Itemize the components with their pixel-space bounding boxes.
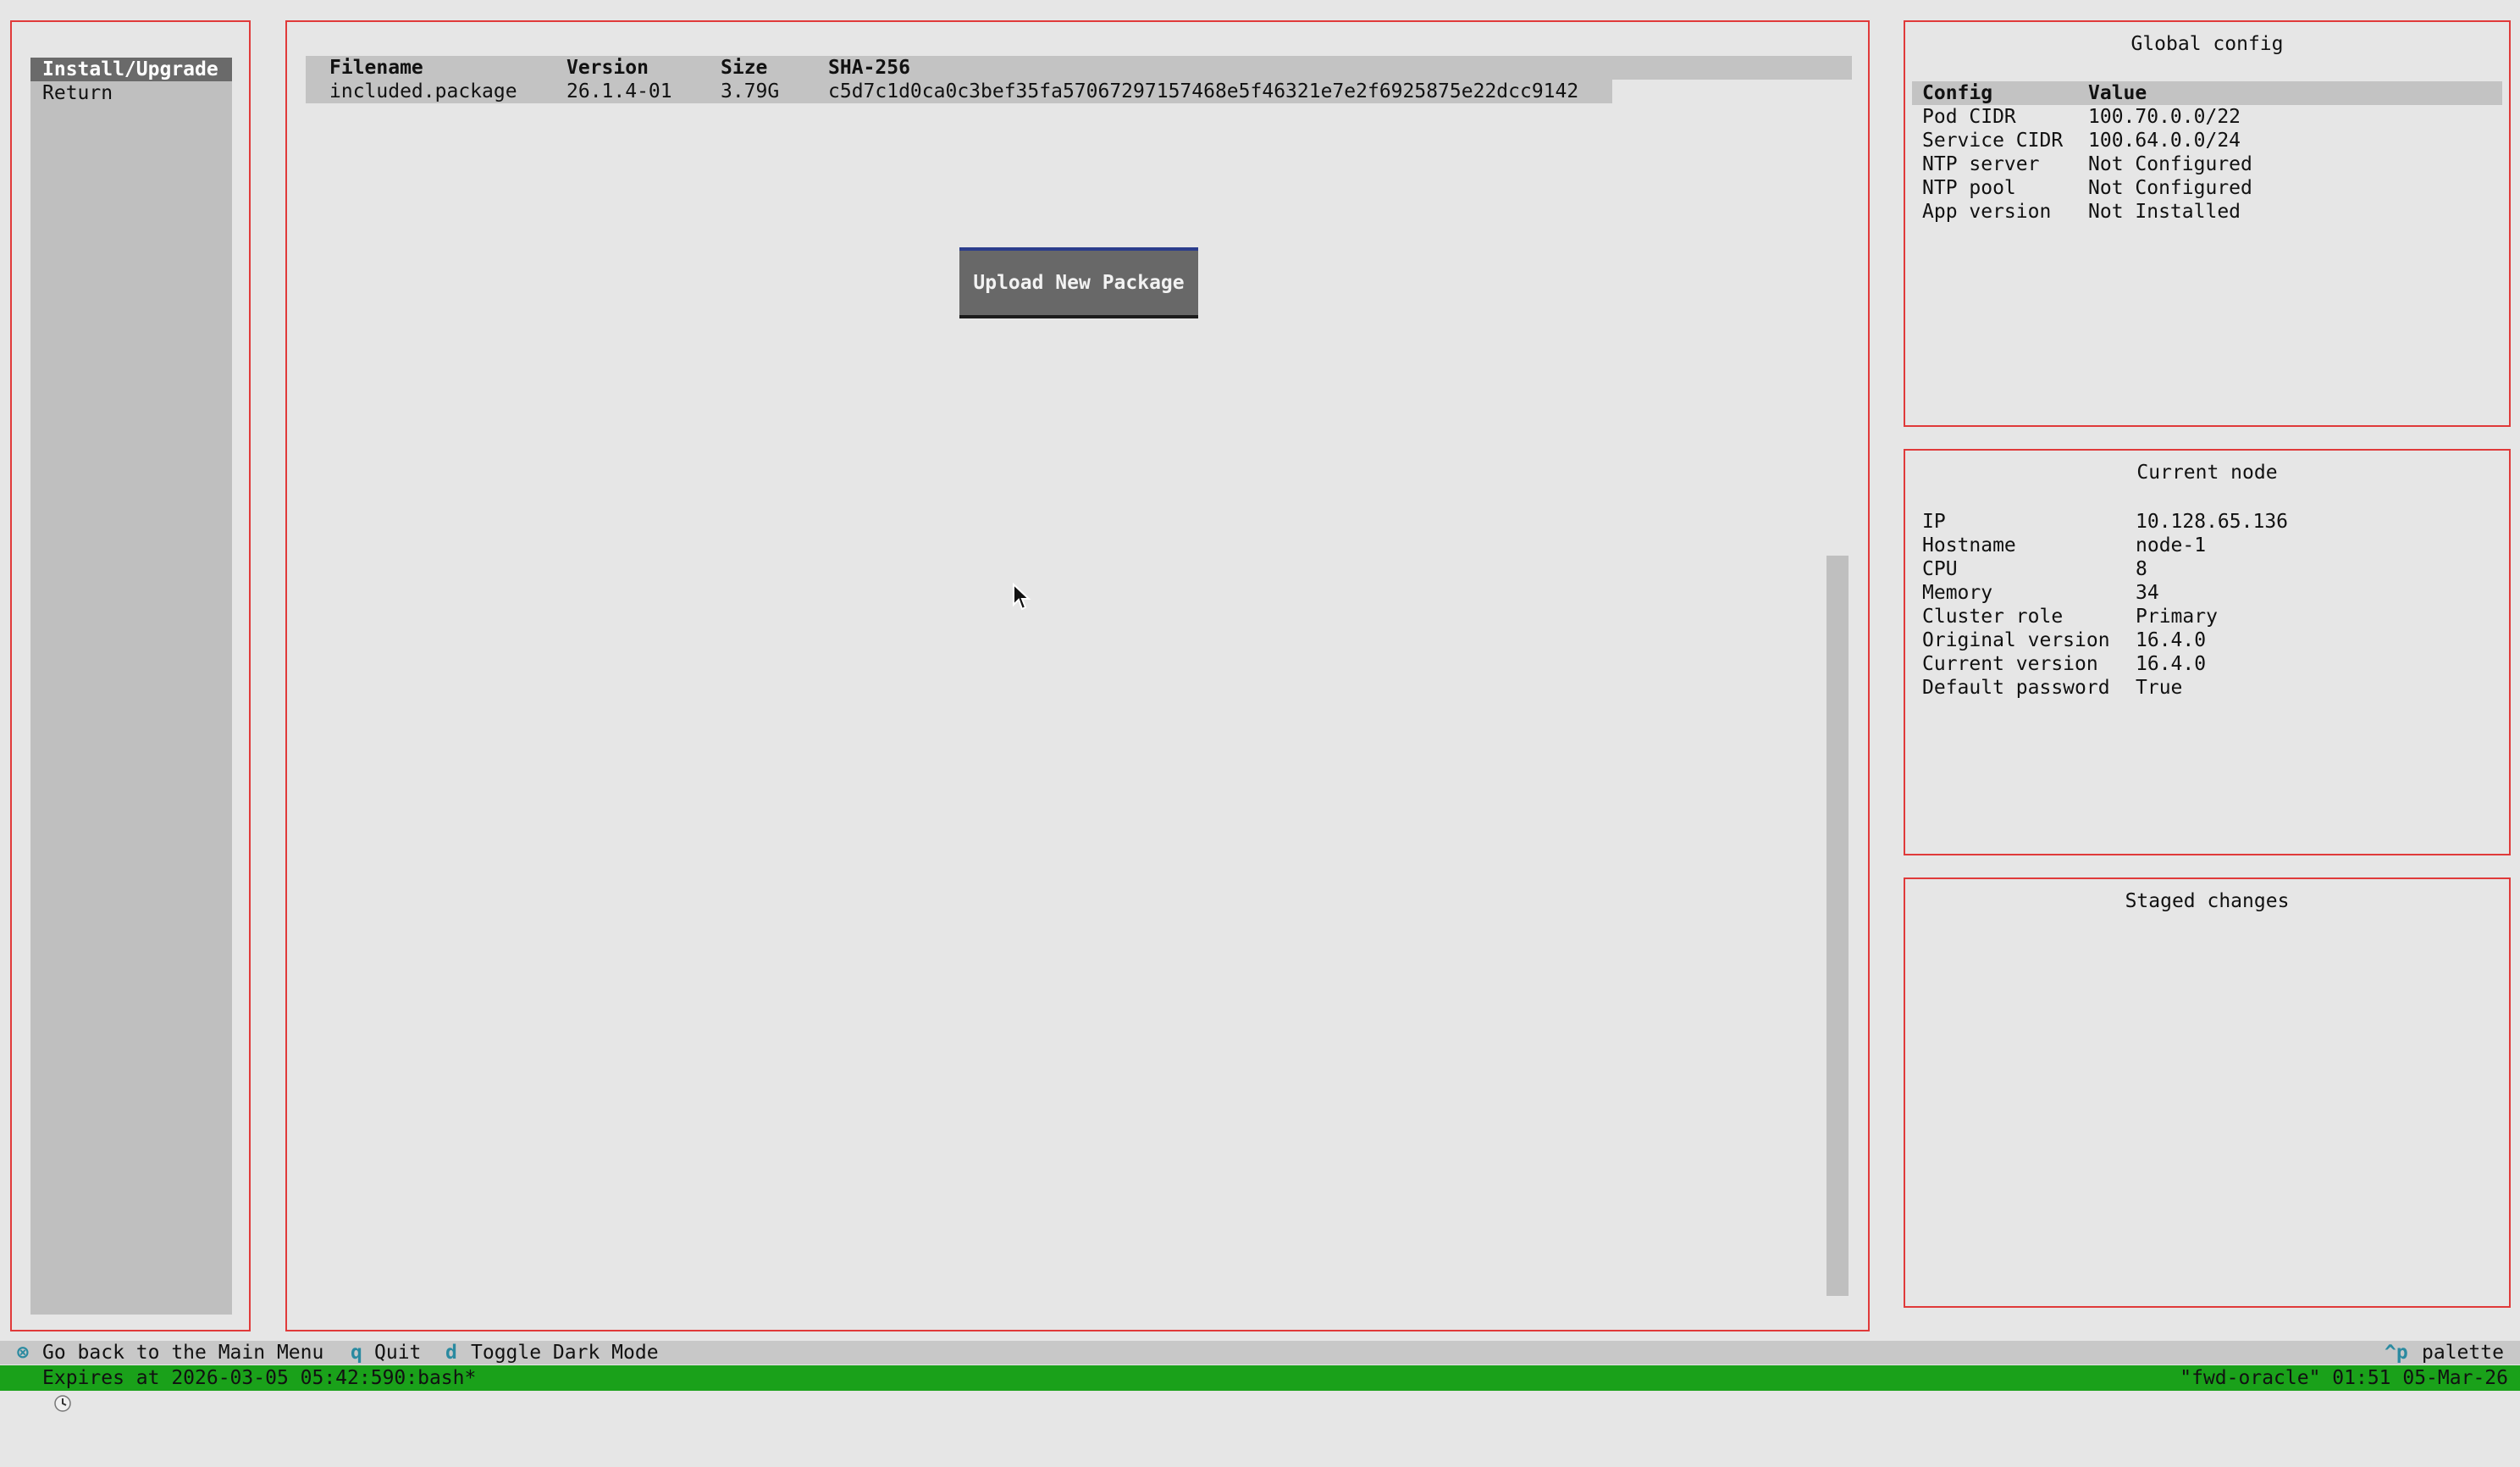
packages-panel: Filename Version Size SHA-256 included.p…: [285, 20, 1870, 1331]
dark-mode-key[interactable]: d: [445, 1341, 457, 1365]
config-value-ntp-server: Not Configured: [2088, 153, 2252, 175]
node-value-cpu: 8: [2136, 558, 2147, 580]
column-header-value: Value: [2088, 82, 2147, 104]
node-value-cluster-role: Primary: [2136, 606, 2218, 628]
sidebar-menu: Install/Upgrade Return: [30, 58, 232, 1315]
current-node-title: Current node: [2136, 462, 2278, 484]
node-key-memory: Memory: [1922, 582, 1993, 604]
upload-new-package-button[interactable]: Upload New Package: [959, 247, 1198, 318]
node-value-hostname: node-1: [2136, 534, 2207, 556]
node-key-default-password: Default password: [1922, 677, 2110, 699]
back-key[interactable]: ⊗: [17, 1341, 29, 1365]
config-key-ntp-server: NTP server: [1922, 153, 2040, 175]
node-key-current-version: Current version: [1922, 653, 2098, 675]
column-header-sha256: SHA-256: [828, 57, 910, 79]
tmux-session-info: Expires at 2026-03-05 05:42:590:bash*: [42, 1367, 477, 1389]
node-value-original-version: 16.4.0: [2136, 629, 2207, 651]
node-value-default-password: True: [2136, 677, 2183, 699]
staged-changes-title: Staged changes: [2125, 890, 2290, 912]
config-value-app-version: Not Installed: [2088, 201, 2241, 223]
current-node-panel: Current node IP 10.128.65.136 Hostname n…: [1904, 449, 2511, 855]
vertical-scrollbar[interactable]: [1826, 556, 1849, 1296]
config-value-pod-cidr: 100.70.0.0/22: [2088, 106, 2241, 128]
staged-changes-panel: Staged changes: [1904, 877, 2511, 1308]
column-header-version: Version: [566, 57, 649, 79]
cell-sha256: c5d7c1d0ca0c3bef35fa57067297157468e5f463…: [828, 80, 1579, 102]
node-value-ip: 10.128.65.136: [2136, 511, 2289, 533]
config-key-pod-cidr: Pod CIDR: [1922, 106, 2016, 128]
tmux-status-bar: Expires at 2026-03-05 05:42:590:bash* "f…: [0, 1365, 2520, 1412]
mouse-pointer-icon: [1012, 582, 1032, 617]
config-key-ntp-pool: NTP pool: [1922, 177, 2016, 199]
config-value-ntp-pool: Not Configured: [2088, 177, 2252, 199]
dark-mode-label[interactable]: Toggle Dark Mode: [471, 1341, 659, 1365]
global-config-header: Config Value: [1912, 81, 2502, 105]
back-label[interactable]: Go back to the Main Menu: [42, 1341, 323, 1365]
sidebar-panel: Install/Upgrade Return: [10, 20, 251, 1331]
palette-key[interactable]: ^p: [2385, 1341, 2408, 1365]
global-config-panel: Global config Config Value Pod CIDR 100.…: [1904, 20, 2511, 427]
table-row[interactable]: included.package 26.1.4-01 3.79G c5d7c1d…: [306, 80, 1612, 103]
quit-key[interactable]: q: [351, 1341, 362, 1365]
node-key-original-version: Original version: [1922, 629, 2110, 651]
node-value-current-version: 16.4.0: [2136, 653, 2207, 675]
quit-label[interactable]: Quit: [374, 1341, 421, 1365]
column-header-size: Size: [721, 57, 768, 79]
cell-filename: included.package: [329, 80, 517, 102]
palette-label[interactable]: palette: [2422, 1341, 2504, 1365]
node-key-ip: IP: [1922, 511, 1946, 533]
config-value-service-cidr: 100.64.0.0/24: [2088, 130, 2241, 152]
column-header-filename: Filename: [329, 57, 423, 79]
config-key-service-cidr: Service CIDR: [1922, 130, 2064, 152]
column-header-config: Config: [1922, 82, 1993, 104]
node-key-cpu: CPU: [1922, 558, 1958, 580]
global-config-title: Global config: [2130, 33, 2284, 55]
sidebar-item-return[interactable]: Return: [30, 81, 232, 105]
node-key-cluster-role: Cluster role: [1922, 606, 2064, 628]
sidebar-item-install-upgrade[interactable]: Install/Upgrade: [30, 58, 232, 81]
clock-icon: [7, 1369, 72, 1412]
node-value-memory: 34: [2136, 582, 2159, 604]
cell-version: 26.1.4-01: [566, 80, 672, 102]
tmux-host-clock: "fwd-oracle" 01:51 05-Mar-26: [2180, 1367, 2508, 1389]
packages-table-header: Filename Version Size SHA-256: [306, 56, 1852, 80]
config-key-app-version: App version: [1922, 201, 2052, 223]
footer-keybar: ⊗ Go back to the Main Menu q Quit d Togg…: [0, 1341, 2520, 1365]
node-key-hostname: Hostname: [1922, 534, 2016, 556]
cell-size: 3.79G: [721, 80, 780, 102]
